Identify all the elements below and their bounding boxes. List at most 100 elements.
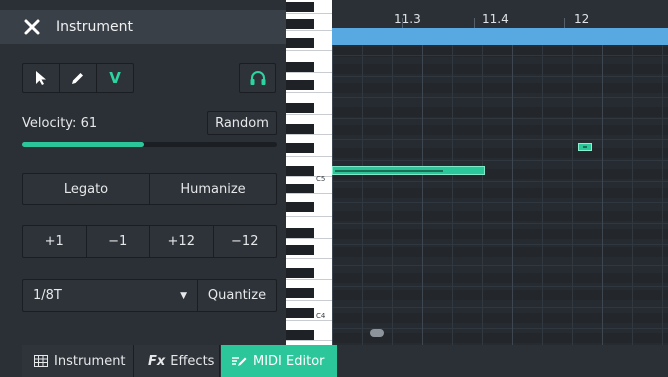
- black-key[interactable]: [286, 19, 314, 29]
- black-key[interactable]: [286, 62, 314, 72]
- velocity-tool-button[interactable]: V: [97, 64, 133, 92]
- grid-vline: [572, 45, 573, 345]
- piano-keyboard[interactable]: C5 C4: [286, 0, 332, 345]
- black-key[interactable]: [286, 103, 314, 113]
- black-key[interactable]: [286, 38, 314, 48]
- grid-hline: [332, 286, 668, 287]
- black-key[interactable]: [286, 268, 314, 278]
- quantize-row: 1/8T ▼ Quantize: [22, 279, 277, 312]
- close-button[interactable]: [22, 17, 42, 37]
- grid-hline: [332, 55, 668, 56]
- midi-note[interactable]: [332, 166, 485, 175]
- transpose-down-1-button[interactable]: −1: [87, 226, 150, 257]
- timeline-ruler[interactable]: 11.3 11.4 12: [332, 0, 668, 28]
- grid-vline: [482, 45, 483, 345]
- tab-label: Effects: [170, 353, 215, 369]
- transpose-row: +1 −1 +12 −12: [22, 225, 277, 258]
- grid-size-select[interactable]: 1/8T ▼: [23, 280, 198, 311]
- grid-row: [332, 273, 668, 283]
- timeline-label: 11.3: [394, 12, 421, 26]
- transpose-down-12-button[interactable]: −12: [214, 226, 277, 257]
- note-velocity-bar: [335, 170, 443, 172]
- grid-row: [332, 290, 668, 300]
- grid-vline: [362, 45, 363, 345]
- white-key-divider: [286, 50, 332, 51]
- velocity-slider[interactable]: [22, 142, 277, 147]
- black-key[interactable]: [286, 228, 314, 238]
- black-key[interactable]: [286, 308, 314, 318]
- panel-title: Instrument: [56, 19, 134, 35]
- grid-row: [332, 83, 668, 93]
- white-key-divider: [286, 114, 332, 115]
- grid-row: [332, 64, 668, 74]
- octave-label: C5: [316, 175, 326, 183]
- white-key-divider: [286, 72, 332, 73]
- close-icon: [24, 19, 40, 35]
- timeline-label: 11.4: [482, 12, 509, 26]
- grid-vline: [512, 45, 513, 345]
- black-key[interactable]: [286, 124, 314, 134]
- grid-size-value: 1/8T: [33, 288, 62, 303]
- tab-instrument[interactable]: Instrument: [22, 345, 134, 377]
- grid-vline: [662, 45, 663, 345]
- pencil-tool-button[interactable]: [60, 64, 97, 92]
- panel-header: [0, 10, 286, 44]
- grid-vline: [392, 45, 393, 345]
- grid-hline: [332, 307, 668, 308]
- grid-hline: [332, 139, 668, 140]
- grid-vline: [452, 45, 453, 345]
- humanize-button[interactable]: Humanize: [150, 174, 276, 204]
- transpose-up-12-button[interactable]: +12: [150, 226, 214, 257]
- grid-vline: [422, 45, 423, 345]
- white-key-divider: [286, 216, 332, 217]
- tab-label: Instrument: [54, 353, 126, 369]
- loop-region[interactable]: [332, 28, 668, 45]
- black-key[interactable]: [286, 80, 314, 90]
- black-key[interactable]: [286, 288, 314, 298]
- bottom-tabs: Instrument Fx Effects MIDI Editor: [0, 345, 668, 377]
- tab-midi-editor[interactable]: MIDI Editor: [221, 345, 337, 377]
- black-key[interactable]: [286, 330, 314, 340]
- octave-label: C4: [316, 312, 326, 320]
- black-key[interactable]: [286, 166, 314, 176]
- pointer-tool-button[interactable]: [23, 64, 60, 92]
- horizontal-scrollbar[interactable]: [370, 329, 384, 337]
- timeline-tick: [474, 18, 475, 28]
- grid-row: [332, 211, 668, 221]
- grid-row: [332, 125, 668, 135]
- grid-row: [332, 107, 668, 117]
- timeline-tick: [564, 18, 565, 28]
- black-key[interactable]: [286, 245, 314, 255]
- grid-row: [332, 148, 668, 158]
- instrument-panel: Instrument V Velocity: 61 Random Legato …: [0, 0, 286, 345]
- white-key-divider: [286, 13, 332, 14]
- black-key[interactable]: [286, 143, 314, 153]
- grid-hline: [332, 265, 668, 266]
- grid-row: [332, 247, 668, 257]
- grid-hline: [332, 223, 668, 224]
- tab-effects[interactable]: Fx Effects: [134, 345, 220, 377]
- quantize-button[interactable]: Quantize: [198, 280, 276, 311]
- note-grid[interactable]: [332, 45, 668, 345]
- grid-hline: [332, 118, 668, 119]
- white-key-divider: [286, 320, 332, 321]
- midi-note[interactable]: [578, 143, 592, 151]
- grid-hline: [332, 244, 668, 245]
- white-key-divider: [286, 193, 332, 194]
- grid-vline: [332, 45, 333, 345]
- white-key-divider: [286, 238, 332, 239]
- audition-button[interactable]: [239, 63, 276, 93]
- pointer-icon: [36, 71, 46, 85]
- grid-vline: [542, 45, 543, 345]
- chevron-down-icon: ▼: [180, 290, 187, 301]
- transpose-up-1-button[interactable]: +1: [23, 226, 87, 257]
- tool-group: V: [22, 63, 134, 93]
- grid-row: [332, 313, 668, 323]
- random-button[interactable]: Random: [207, 111, 277, 135]
- black-key[interactable]: [286, 2, 314, 12]
- legato-button[interactable]: Legato: [23, 174, 150, 204]
- black-key[interactable]: [286, 202, 314, 212]
- grid-vline: [602, 45, 603, 345]
- timeline-label: 12: [574, 12, 590, 26]
- white-key-divider: [286, 258, 332, 259]
